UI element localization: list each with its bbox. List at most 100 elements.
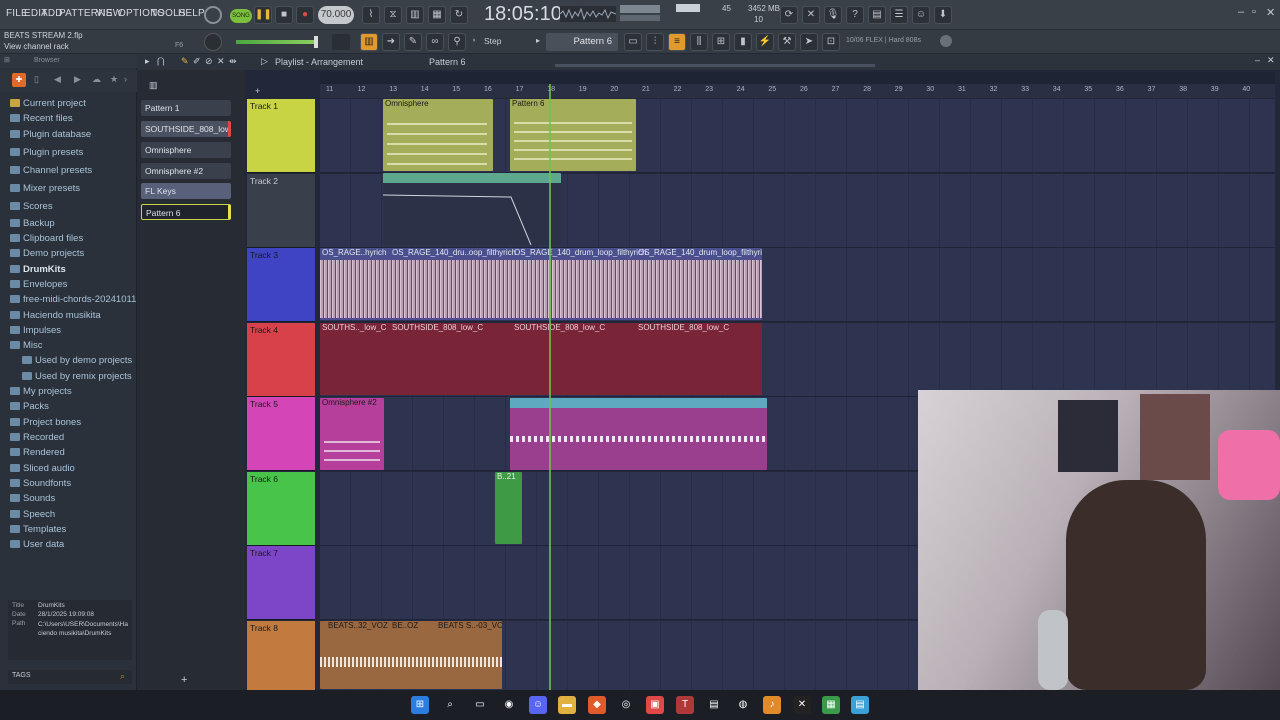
channel-item[interactable]: Omnisphere #2: [141, 163, 231, 179]
fl-studio-icon[interactable]: ♪: [763, 696, 781, 714]
add-channel-icon[interactable]: +: [181, 674, 187, 686]
help-icon[interactable]: ?: [846, 6, 864, 24]
browser-item[interactable]: Soundfonts: [10, 478, 71, 489]
browser-item[interactable]: Scores: [10, 201, 53, 212]
capcut-icon[interactable]: ✕: [793, 696, 811, 714]
browser-item[interactable]: Channel presets: [10, 165, 92, 176]
track-header[interactable]: Track 7: [247, 546, 315, 620]
paint-tool-icon[interactable]: ✐: [193, 56, 201, 67]
link-icon[interactable]: ∞: [426, 33, 444, 51]
track-header[interactable]: Track 4: [247, 322, 315, 397]
browser-file-icon[interactable]: ▯: [34, 74, 39, 85]
tags-search-icon[interactable]: ⌕: [120, 671, 125, 682]
ableton-icon[interactable]: ▦: [822, 696, 840, 714]
playhead[interactable]: [549, 84, 551, 690]
browser-item[interactable]: Misc: [10, 340, 43, 351]
tf-app-icon[interactable]: T: [676, 696, 694, 714]
pencil-icon[interactable]: ✎: [404, 33, 422, 51]
menu-help[interactable]: HELP: [178, 8, 205, 19]
task-view-icon[interactable]: ▭: [471, 696, 489, 714]
brave-icon[interactable]: ◆: [588, 696, 606, 714]
blend-recording-icon[interactable]: ▦: [428, 6, 446, 24]
browser-item[interactable]: Used by remix projects: [22, 371, 132, 382]
discord-icon[interactable]: ☺: [529, 696, 547, 714]
record-button[interactable]: ●: [296, 6, 314, 24]
pattern-mode-icon[interactable]: ▥: [360, 33, 378, 51]
cpu-icon[interactable]: ⟳: [780, 6, 798, 24]
track-header[interactable]: Track 8: [247, 620, 315, 695]
channel-item[interactable]: Pattern 1: [141, 100, 231, 116]
browser-more-icon[interactable]: ›: [124, 74, 127, 84]
cursor-icon[interactable]: ➤: [800, 33, 818, 51]
playlist-scrollbar[interactable]: [555, 64, 875, 67]
channel-item[interactable]: FL Keys: [141, 183, 231, 199]
browser-item[interactable]: Recent files: [10, 113, 73, 124]
plugin-picker-icon[interactable]: ▮: [734, 33, 752, 51]
wrench-icon[interactable]: ⚒: [778, 33, 796, 51]
browser-item[interactable]: Sliced audio: [10, 463, 75, 474]
timeline-ruler[interactable]: 11 12 13 14 15 16 17 18 19 20 21 22 23 24 25 26 27 28 29 30…: [320, 84, 1275, 98]
slip-tool-icon[interactable]: ⇹: [229, 56, 237, 67]
piano-icon[interactable]: ▥: [149, 80, 158, 91]
browser-item[interactable]: free-midi-chords-20241011: [10, 294, 136, 305]
browser-item[interactable]: Plugin presets: [10, 147, 83, 158]
master-knob-2[interactable]: [332, 34, 350, 50]
browser-item[interactable]: Envelopes: [10, 279, 67, 290]
clip-automation[interactable]: Insert 3 - Volume: [383, 173, 561, 245]
browser-item[interactable]: Impulses: [10, 325, 61, 336]
clip-b21[interactable]: B..21: [495, 472, 522, 544]
browser-item[interactable]: Recorded: [10, 432, 64, 443]
playlist-minimize-icon[interactable]: –: [1255, 55, 1260, 65]
playlist-menu-arrow-icon[interactable]: ▸: [145, 56, 150, 67]
track-header[interactable]: Track 1: [247, 99, 315, 173]
channel-rack-icon[interactable]: ▭: [624, 33, 642, 51]
pattern-song-switch-icon[interactable]: [204, 6, 222, 24]
wait-input-icon[interactable]: ⧖: [384, 6, 402, 24]
timeline-overview[interactable]: [320, 72, 1275, 84]
clip-808[interactable]: SOUTHS.._low_C SOUTHSIDE_808_low_C SOUTH…: [320, 323, 762, 395]
browser-tree-icon[interactable]: ⊞: [712, 33, 730, 51]
browser-item[interactable]: Mixer presets: [10, 183, 80, 194]
track-header[interactable]: Track 2: [247, 173, 315, 248]
track-header[interactable]: Track 3: [247, 248, 315, 322]
browser-item[interactable]: Haciendo musikita: [10, 310, 101, 321]
snap-selector[interactable]: Step: [484, 36, 502, 46]
audio-app-icon[interactable]: ▤: [705, 696, 723, 714]
clip-pattern-6[interactable]: Pattern 6: [510, 99, 636, 171]
browser-item[interactable]: Templates: [10, 524, 66, 535]
mute-tool-icon[interactable]: ✕: [217, 56, 225, 67]
browser-forward-icon[interactable]: ▶: [74, 74, 81, 85]
magnet-snap-icon[interactable]: ⋂: [157, 56, 164, 67]
obs-icon[interactable]: ◍: [734, 696, 752, 714]
slider-handle[interactable]: [314, 36, 318, 48]
download-icon[interactable]: ⬇: [934, 6, 952, 24]
microphone-icon[interactable]: 🎙: [824, 6, 842, 24]
playlist-close-icon[interactable]: ✕: [1267, 55, 1275, 66]
start-icon[interactable]: ⊞: [411, 696, 429, 714]
browser-all-icon[interactable]: ✚: [12, 73, 26, 87]
browser-item[interactable]: Used by demo projects: [22, 355, 132, 366]
countdown-icon[interactable]: ▥: [406, 6, 424, 24]
account-icon[interactable]: [940, 35, 952, 47]
browser-item[interactable]: Backup: [10, 218, 55, 229]
add-track-icon[interactable]: +: [255, 86, 260, 96]
clip-drum-loop[interactable]: OS_RAGE..hyrich OS_RAGE_140_dru..oop_fil…: [320, 248, 762, 320]
piano-roll-icon[interactable]: ⫶: [646, 33, 664, 51]
browser-menu-icon[interactable]: ⊞: [4, 56, 10, 64]
video-app-icon[interactable]: ▣: [646, 696, 664, 714]
clip-omnisphere[interactable]: Omnisphere: [383, 99, 493, 171]
stamp-icon[interactable]: ⚲: [448, 33, 466, 51]
plugin-news[interactable]: 10/06 FLEX | Hard 808s: [846, 37, 921, 44]
clip-omnisphere-2[interactable]: Omnisphere #2: [320, 398, 384, 470]
folder-icon[interactable]: ▬: [558, 696, 576, 714]
track-header[interactable]: Track 5: [247, 397, 315, 471]
pause-button[interactable]: ❚❚: [254, 6, 272, 24]
play-arrow-icon[interactable]: ➜: [382, 33, 400, 51]
browser-item[interactable]: Plugin database: [10, 129, 91, 140]
maximize-icon[interactable]: ▫: [1252, 6, 1256, 18]
chat-icon[interactable]: ☺: [912, 6, 930, 24]
track-header[interactable]: Track 6: [247, 471, 315, 546]
stop-button[interactable]: ■: [275, 6, 293, 24]
mixer-view-icon[interactable]: ⫼: [690, 33, 708, 51]
delete-tool-icon[interactable]: ⊘: [205, 56, 213, 67]
